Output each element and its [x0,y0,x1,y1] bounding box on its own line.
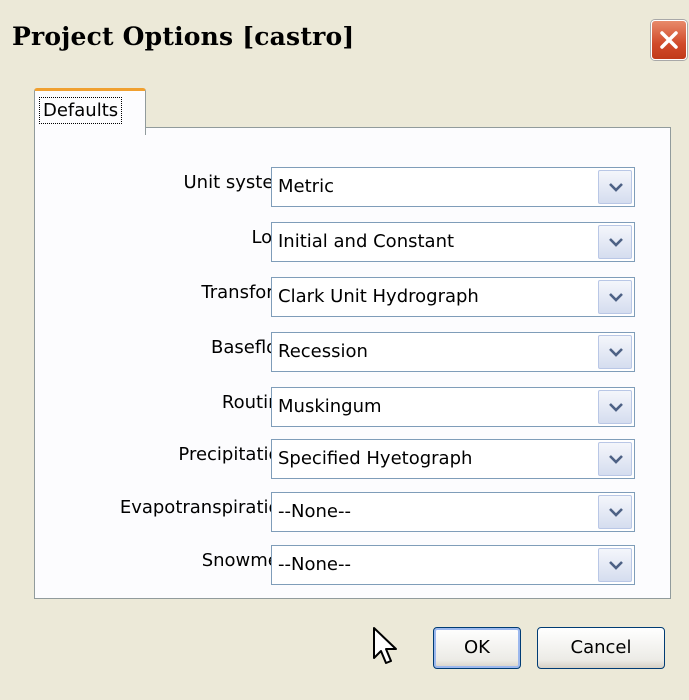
transform-value: Clark Unit Hydrograph [278,286,479,307]
tab-defaults-label: Defaults [39,97,123,124]
baseflow-dropdown-button[interactable] [598,335,632,369]
field-row-snowmelt: Snowmelt: --None-- [35,543,672,587]
routing-select[interactable]: Muskingum [271,387,635,427]
field-row-transform: Transform: Clark Unit Hydrograph [35,275,672,319]
chevron-down-icon [609,561,623,570]
snowmelt-select[interactable]: --None-- [271,545,635,585]
mouse-pointer-icon [373,627,397,664]
transform-dropdown-button[interactable] [598,280,632,314]
defaults-panel: Unit system: Metric Loss: Initial and Co… [34,127,671,599]
chevron-down-icon [609,348,623,357]
field-row-evapotranspiration: Evapotranspiration: --None-- [35,490,672,534]
project-options-dialog: Project Options [castro] Defaults Unit s… [0,0,689,700]
field-row-unit-system: Unit system: Metric [35,165,672,209]
snowmelt-value: --None-- [278,554,351,575]
close-button[interactable] [651,20,687,60]
title-bar[interactable]: Project Options [castro] [0,0,689,92]
precipitation-dropdown-button[interactable] [598,442,632,476]
evapotranspiration-dropdown-button[interactable] [598,495,632,529]
unit-system-select[interactable]: Metric [271,167,635,207]
evapotranspiration-value: --None-- [278,501,351,522]
field-row-baseflow: Baseflow: Recession [35,330,672,374]
loss-select[interactable]: Initial and Constant [271,222,635,262]
field-row-routing: Routing: Muskingum [35,385,672,429]
routing-dropdown-button[interactable] [598,390,632,424]
routing-value: Muskingum [278,396,382,417]
evapotranspiration-select[interactable]: --None-- [271,492,635,532]
unit-system-dropdown-button[interactable] [598,170,632,204]
field-row-loss: Loss: Initial and Constant [35,220,672,264]
ok-button[interactable]: OK [433,627,521,669]
loss-value: Initial and Constant [278,231,455,252]
chevron-down-icon [609,183,623,192]
baseflow-select[interactable]: Recession [271,332,635,372]
chevron-down-icon [609,403,623,412]
close-icon [660,31,678,49]
transform-select[interactable]: Clark Unit Hydrograph [271,277,635,317]
precipitation-value: Specified Hyetograph [278,448,473,469]
field-row-precipitation: Precipitation: Specified Hyetograph [35,437,672,481]
baseflow-value: Recession [278,341,368,362]
loss-dropdown-button[interactable] [598,225,632,259]
snowmelt-dropdown-button[interactable] [598,548,632,582]
window-title: Project Options [castro] [12,22,355,51]
chevron-down-icon [609,508,623,517]
chevron-down-icon [609,455,623,464]
cancel-button[interactable]: Cancel [537,627,665,669]
chevron-down-icon [609,238,623,247]
precipitation-select[interactable]: Specified Hyetograph [271,439,635,479]
tab-defaults[interactable]: Defaults [34,88,146,135]
unit-system-value: Metric [278,176,334,197]
chevron-down-icon [609,293,623,302]
